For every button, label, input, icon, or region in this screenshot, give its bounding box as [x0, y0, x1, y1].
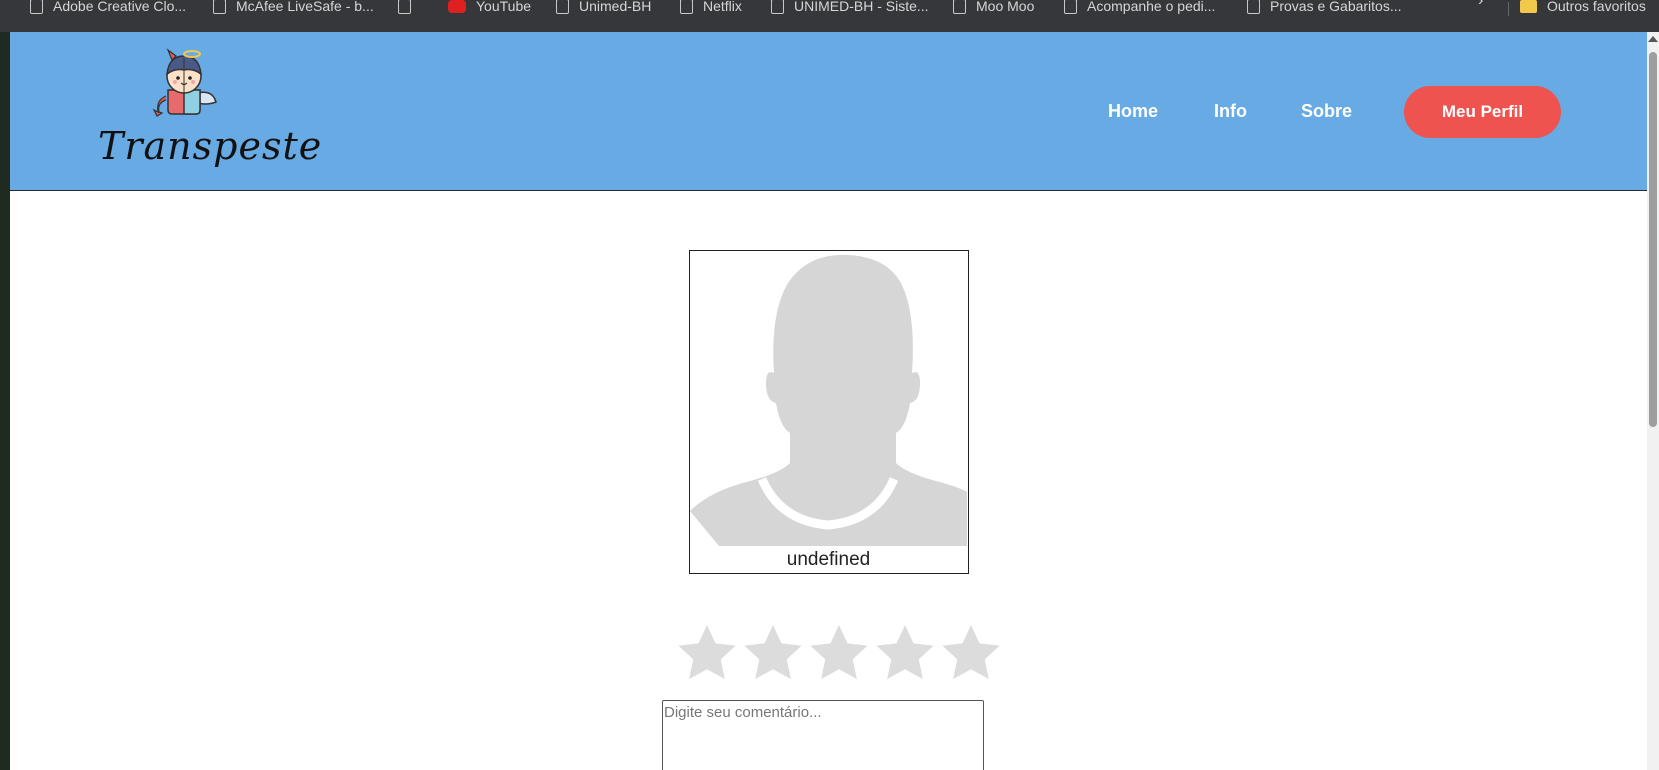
- avatar-placeholder: [690, 251, 967, 546]
- bookmark-item[interactable]: [398, 0, 421, 18]
- nav-home-link[interactable]: Home: [1108, 101, 1158, 122]
- bookmark-label: YouTube: [476, 0, 532, 14]
- bookmark-label: Provas e Gabaritos...: [1270, 0, 1402, 14]
- youtube-icon: [448, 0, 466, 13]
- bookmark-item[interactable]: UNIMED-BH - Siste...: [771, 0, 929, 18]
- star-1-icon[interactable]: [674, 620, 740, 686]
- bookmarks-divider: [1508, 2, 1509, 16]
- page-scrollbar[interactable]: [1647, 32, 1659, 770]
- bookmark-item[interactable]: Acompanhe o pedi...: [1064, 0, 1215, 18]
- page-icon: [1247, 0, 1260, 14]
- star-5-icon[interactable]: [938, 620, 1004, 686]
- page-icon: [213, 0, 226, 14]
- bookmarks-overflow-chevron-icon[interactable]: ›: [1478, 0, 1483, 10]
- bookmark-item[interactable]: Moo Moo: [953, 0, 1034, 18]
- profile-name: undefined: [786, 549, 871, 570]
- page-icon: [1064, 0, 1077, 14]
- meu-perfil-button[interactable]: Meu Perfil: [1404, 86, 1561, 138]
- star-4-icon[interactable]: [872, 620, 938, 686]
- bookmark-label: Adobe Creative Clo...: [53, 0, 187, 14]
- page-icon: [556, 0, 569, 14]
- bookmark-item[interactable]: Provas e Gabaritos...: [1247, 0, 1402, 18]
- bookmark-label: Moo Moo: [976, 0, 1035, 14]
- scroll-up-arrow-icon[interactable]: [1648, 36, 1658, 42]
- bookmark-item[interactable]: Unimed-BH: [556, 0, 651, 18]
- logo-wordmark: Transpeste: [98, 124, 323, 168]
- comment-input[interactable]: [662, 700, 984, 770]
- page-viewport: Transpeste Home Info Sobre Meu Perfil un…: [10, 32, 1647, 770]
- star-rating: [674, 620, 1004, 688]
- site-logo[interactable]: Transpeste: [88, 44, 323, 184]
- bookmark-label: UNIMED-BH - Siste...: [794, 0, 929, 14]
- bookmark-label: McAfee LiveSafe - b...: [236, 0, 374, 14]
- bookmark-item[interactable]: McAfee LiveSafe - b...: [213, 0, 374, 18]
- folder-icon: [1520, 0, 1537, 13]
- bookmarks-bar: Adobe Creative Clo... McAfee LiveSafe - …: [0, 0, 1659, 32]
- bookmark-item[interactable]: Adobe Creative Clo...: [30, 0, 186, 18]
- bookmark-item[interactable]: YouTube: [448, 0, 531, 18]
- star-3-icon[interactable]: [806, 620, 872, 686]
- mascot-icon: [152, 48, 217, 117]
- bookmark-label: Netflix: [703, 0, 742, 14]
- page-icon: [680, 0, 693, 14]
- page-icon: [398, 0, 411, 14]
- star-2-icon[interactable]: [740, 620, 806, 686]
- bookmark-label: Unimed-BH: [579, 0, 652, 14]
- nav-info-link[interactable]: Info: [1214, 101, 1247, 122]
- page-icon: [771, 0, 784, 14]
- nav-sobre-link[interactable]: Sobre: [1301, 101, 1352, 122]
- profile-card: undefined: [689, 250, 969, 574]
- other-bookmarks-folder[interactable]: Outros favoritos: [1520, 0, 1646, 18]
- site-header: Transpeste Home Info Sobre Meu Perfil: [10, 32, 1647, 191]
- bookmark-item[interactable]: Netflix: [680, 0, 742, 18]
- bookmark-label: Outros favoritos: [1547, 0, 1646, 14]
- bookmark-label: Acompanhe o pedi...: [1087, 0, 1216, 14]
- scrollbar-thumb[interactable]: [1649, 52, 1657, 427]
- page-icon: [30, 0, 43, 14]
- page-icon: [953, 0, 966, 14]
